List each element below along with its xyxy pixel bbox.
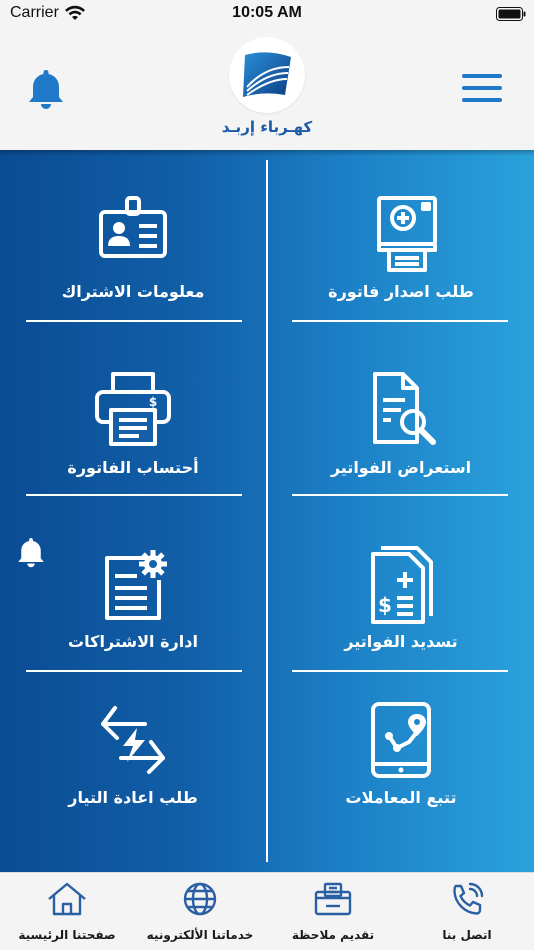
feedback-box-icon: [314, 882, 352, 916]
manage-subscriptions-button[interactable]: ادارة الاشتراكات: [0, 546, 266, 716]
request-invoice-label: طلب اصدار فاتورة: [328, 282, 474, 301]
panel-shadow: [0, 150, 534, 156]
subscription-info-label: معلومات الاشتراك: [61, 282, 205, 301]
logo-text: كهـرباء إربـد: [221, 118, 313, 136]
bottom-nav: اتصل بنا تقديم ملاحظة خدماتنا الألكتروني…: [0, 872, 534, 950]
track-transactions-label: تتبع المعاملات: [345, 788, 457, 807]
reconnect-power-label: طلب اعادة التيار: [68, 788, 198, 807]
hamburger-menu-icon[interactable]: [462, 74, 502, 104]
row-divider: [26, 320, 242, 322]
notification-bell-icon[interactable]: [26, 68, 66, 112]
nav-contact-us[interactable]: اتصل بنا: [400, 873, 534, 950]
tablet-route-icon: [371, 702, 431, 778]
nav-eservices[interactable]: خدماتنا الألكترونيه: [133, 873, 267, 950]
document-settings-icon: [105, 550, 167, 620]
app-header: كهـرباء إربـد: [0, 28, 534, 150]
printer-dollar-icon: $: [95, 372, 171, 446]
phone-icon: [453, 882, 484, 915]
row-divider: [292, 494, 508, 496]
manage-subscriptions-label: ادارة الاشتراكات: [68, 632, 198, 651]
nav-home[interactable]: صفحتنا الرئيسية: [0, 873, 134, 950]
bill-payment-icon: $: [371, 546, 433, 624]
pay-invoices-button[interactable]: $ تسديد الفواتير: [268, 546, 534, 716]
svg-text:$: $: [149, 395, 157, 409]
row-divider: [26, 494, 242, 496]
view-invoices-button[interactable]: استعراض الفواتير: [268, 372, 534, 542]
nav-eservices-label: خدماتنا الألكترونيه: [146, 928, 254, 942]
globe-icon: [183, 882, 217, 916]
request-invoice-button[interactable]: طلب اصدار فاتورة: [268, 196, 534, 366]
nav-home-label: صفحتنا الرئيسية: [18, 928, 116, 942]
nav-contact-label: اتصل بنا: [442, 928, 492, 942]
battery-icon: [496, 7, 526, 21]
row-divider: [26, 670, 242, 672]
side-notification-bell-icon[interactable]: [16, 536, 46, 570]
pay-invoices-label: تسديد الفواتير: [344, 632, 458, 651]
view-invoices-label: استعراض الفواتير: [330, 458, 472, 477]
nav-feedback[interactable]: تقديم ملاحظة: [266, 873, 400, 950]
home-icon: [48, 882, 86, 916]
company-logo: [229, 37, 305, 113]
subscription-info-button[interactable]: معلومات الاشتراك: [0, 196, 266, 366]
status-bar: Carrier 10:05 AM: [0, 0, 534, 28]
calculate-invoice-label: أحتساب الفاتورة: [67, 458, 199, 477]
document-search-icon: [373, 372, 436, 445]
calculate-invoice-button[interactable]: $ أحتساب الفاتورة: [0, 372, 266, 542]
reconnect-power-button[interactable]: طلب اعادة التيار: [0, 702, 266, 872]
power-reconnect-icon: [101, 706, 165, 774]
id-card-icon: [99, 196, 167, 258]
nav-feedback-label: تقديم ملاحظة: [291, 928, 375, 942]
logo-emblem-icon: [243, 52, 291, 97]
invoice-printer-add-icon: [377, 196, 437, 272]
svg-text:$: $: [378, 593, 392, 617]
clock: 10:05 AM: [232, 4, 302, 21]
services-panel: طلب اصدار فاتورة معلومات الاشتراك استعرا…: [0, 150, 534, 872]
track-transactions-button[interactable]: تتبع المعاملات: [268, 702, 534, 872]
row-divider: [292, 320, 508, 322]
row-divider: [292, 670, 508, 672]
